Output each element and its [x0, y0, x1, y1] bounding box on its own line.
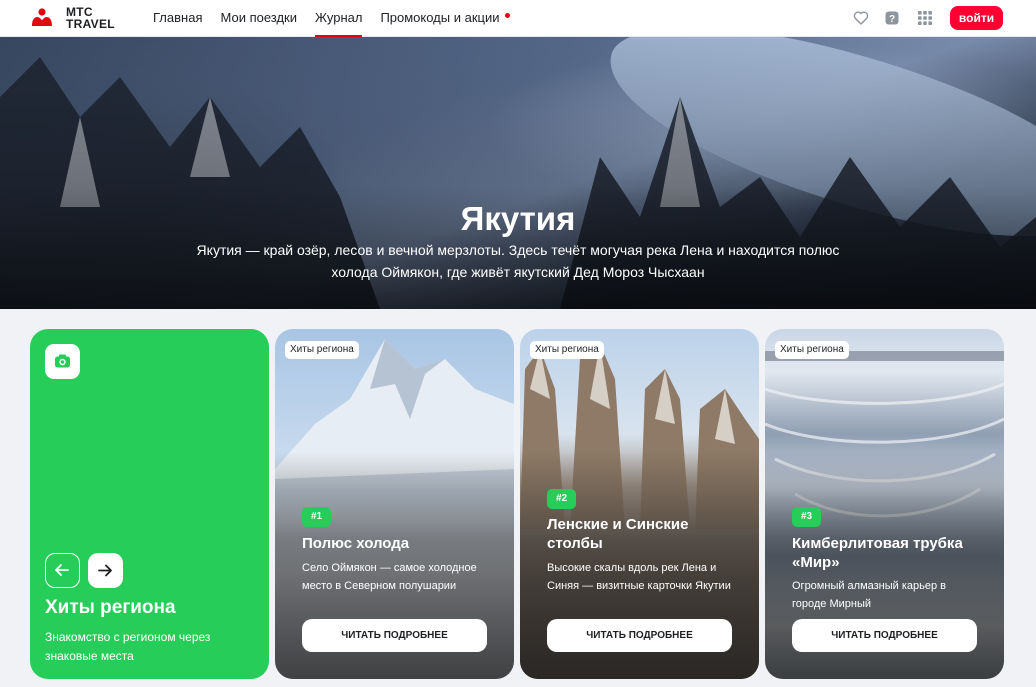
- mts-logo-icon: [32, 8, 52, 26]
- place-card-title: Полюс холода: [302, 535, 410, 552]
- notification-dot: [504, 13, 510, 18]
- arrow-right-icon: [98, 564, 112, 577]
- help-icon[interactable]: ?: [884, 10, 900, 26]
- heart-icon[interactable]: [853, 10, 869, 26]
- next-slide-button[interactable]: [88, 553, 123, 588]
- top-header: МТС TRAVEL Главная Мои поездки Журнал Пр…: [0, 0, 1036, 37]
- nav-item-journal[interactable]: Журнал: [315, 0, 363, 37]
- read-more-button[interactable]: ЧИТАТЬ ПОДРОБНЕЕ: [792, 619, 977, 652]
- arrow-left-icon: [55, 564, 69, 576]
- place-card-tag: Хиты региона: [285, 341, 359, 359]
- place-card-title: Ленские и Синские столбы: [547, 516, 689, 552]
- hero-title: Якутия: [460, 200, 576, 237]
- place-card-tag: Хиты региона: [775, 341, 849, 359]
- nav-item-promocodes[interactable]: Промокоды и акции: [380, 0, 510, 37]
- intro-title: Хиты региона: [45, 597, 176, 618]
- intro-card: Хиты региона Знакомство с регионом через…: [30, 329, 269, 679]
- place-card-tag: Хиты региона: [530, 341, 604, 359]
- place-card-number: #3: [792, 507, 821, 527]
- apps-grid-icon[interactable]: [917, 10, 933, 26]
- svg-text:?: ?: [889, 14, 895, 25]
- camera-badge: [45, 344, 80, 379]
- place-card-number: #2: [547, 489, 576, 509]
- place-card-description: Высокие скалы вдоль рек Лена и Синяя — в…: [547, 562, 731, 592]
- hero-banner: Якутия Якутия — край озёр, лесов и вечно…: [0, 37, 1036, 309]
- logo-text: МТС TRAVEL: [66, 6, 115, 30]
- login-button[interactable]: войти: [950, 6, 1003, 30]
- place-card-1[interactable]: Хиты региона #1 Полюс холода Село Оймяко…: [275, 329, 514, 679]
- camera-icon: [55, 354, 70, 368]
- read-more-button[interactable]: ЧИТАТЬ ПОДРОБНЕЕ: [302, 619, 487, 652]
- place-card-description: Огромный алмазный карьер в городе Мирный: [792, 580, 947, 610]
- prev-slide-button[interactable]: [45, 553, 80, 588]
- hero-description: Якутия — край озёр, лесов и вечной мерзл…: [196, 242, 840, 280]
- place-card-number: #1: [302, 507, 331, 527]
- intro-subtitle: Знакомство с регионом через знаковые мес…: [45, 630, 211, 663]
- place-card-3[interactable]: Хиты региона #3 Кимберлитовая трубка «Ми…: [765, 329, 1004, 679]
- mts-travel-logo[interactable]: МТС TRAVEL: [31, 6, 115, 30]
- nav-item-promocodes-label: Промокоды и акции: [380, 10, 500, 25]
- main-nav: Главная Мои поездки Журнал Промокоды и а…: [153, 0, 528, 37]
- nav-item-home[interactable]: Главная: [153, 0, 202, 37]
- place-card-title: Кимберлитовая трубка «Мир»: [792, 535, 963, 571]
- read-more-button[interactable]: ЧИТАТЬ ПОДРОБНЕЕ: [547, 619, 732, 652]
- place-card-2[interactable]: Хиты региона #2 Ленские и Синские столбы…: [520, 329, 759, 679]
- place-card-description: Село Оймякон — самое холодное место в Се…: [302, 562, 477, 592]
- nav-item-my-trips[interactable]: Мои поездки: [220, 0, 297, 37]
- logo-text-line2: TRAVEL: [66, 17, 115, 31]
